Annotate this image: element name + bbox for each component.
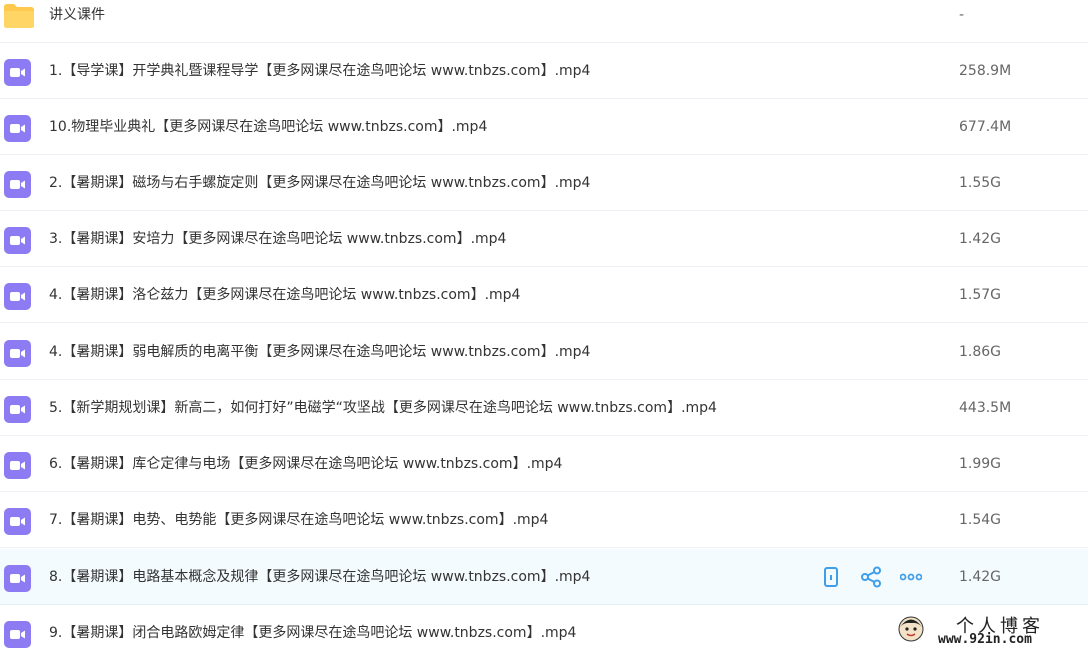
video-file-icon <box>4 621 31 648</box>
video-file-icon <box>4 171 31 198</box>
more-icon <box>900 573 922 581</box>
video-file-icon <box>4 508 31 535</box>
share-button[interactable] <box>858 564 884 590</box>
send-to-phone-button[interactable] <box>818 564 844 590</box>
file-name[interactable]: 4.【暑期课】洛仑兹力【更多网课尽在途鸟吧论坛 www.tnbzs.com】.m… <box>49 267 520 323</box>
file-row[interactable]: 3.【暑期课】安培力【更多网课尽在途鸟吧论坛 www.tnbzs.com】.mp… <box>0 211 1088 267</box>
file-name[interactable]: 1.【导学课】开学典礼暨课程导学【更多网课尽在途鸟吧论坛 www.tnbzs.c… <box>49 43 590 99</box>
file-row[interactable]: 1.【导学课】开学典礼暨课程导学【更多网课尽在途鸟吧论坛 www.tnbzs.c… <box>0 43 1088 99</box>
video-file-icon <box>4 340 31 367</box>
video-file-icon <box>4 396 31 423</box>
file-row[interactable]: 7.【暑期课】电势、电势能【更多网课尽在途鸟吧论坛 www.tnbzs.com】… <box>0 492 1088 548</box>
file-size: 1.86G <box>959 344 1002 360</box>
file-name[interactable]: 10.物理毕业典礼【更多网课尽在途鸟吧论坛 www.tnbzs.com】.mp4 <box>49 99 487 155</box>
file-name[interactable]: 7.【暑期课】电势、电势能【更多网课尽在途鸟吧论坛 www.tnbzs.com】… <box>49 492 548 548</box>
video-file-icon <box>4 452 31 479</box>
video-file-icon <box>4 283 31 310</box>
file-size: 258.9M <box>959 63 1012 79</box>
folder-icon <box>4 4 34 28</box>
file-name[interactable]: 4.【暑期课】弱电解质的电离平衡【更多网课尽在途鸟吧论坛 www.tnbzs.c… <box>49 324 590 380</box>
row-actions <box>818 549 938 605</box>
file-row[interactable]: 10.物理毕业典礼【更多网课尽在途鸟吧论坛 www.tnbzs.com】.mp4… <box>0 99 1088 155</box>
file-row[interactable]: 2.【暑期课】磁场与右手螺旋定则【更多网课尽在途鸟吧论坛 www.tnbzs.c… <box>0 155 1088 211</box>
watermark-url: www.92in.com <box>938 632 1032 647</box>
file-size: 443.5M <box>959 400 1012 416</box>
file-size: 1.99G <box>959 456 1002 472</box>
video-file-icon <box>4 115 31 142</box>
file-name[interactable]: 8.【暑期课】电路基本概念及规律【更多网课尽在途鸟吧论坛 www.tnbzs.c… <box>49 549 590 605</box>
file-name[interactable]: 讲义课件 <box>49 0 105 30</box>
file-name[interactable]: 6.【暑期课】库仑定律与电场【更多网课尽在途鸟吧论坛 www.tnbzs.com… <box>49 436 562 492</box>
file-row-folder[interactable]: 讲义课件 - <box>0 0 1088 43</box>
file-row[interactable]: 4.【暑期课】弱电解质的电离平衡【更多网课尽在途鸟吧论坛 www.tnbzs.c… <box>0 324 1088 380</box>
file-name[interactable]: 5.【新学期规划课】新高二，如何打好”电磁学“攻坚战【更多网课尽在途鸟吧论坛 w… <box>49 380 717 436</box>
video-file-icon <box>4 59 31 86</box>
file-row-hovered[interactable]: 8.【暑期课】电路基本概念及规律【更多网课尽在途鸟吧论坛 www.tnbzs.c… <box>0 549 1088 605</box>
share-icon <box>861 566 881 588</box>
avatar-icon <box>898 616 924 642</box>
file-size: 677.4M <box>959 119 1012 135</box>
file-size: 1.54G <box>959 512 1002 528</box>
more-button[interactable] <box>898 564 924 590</box>
video-file-icon <box>4 227 31 254</box>
blog-watermark: 个人博客 www.92in.com <box>896 612 1082 648</box>
file-name[interactable]: 2.【暑期课】磁场与右手螺旋定则【更多网课尽在途鸟吧论坛 www.tnbzs.c… <box>49 155 590 211</box>
file-name[interactable]: 9.【暑期课】闭合电路欧姆定律【更多网课尽在途鸟吧论坛 www.tnbzs.co… <box>49 605 576 653</box>
file-name[interactable]: 3.【暑期课】安培力【更多网课尽在途鸟吧论坛 www.tnbzs.com】.mp… <box>49 211 506 267</box>
file-row[interactable]: 4.【暑期课】洛仑兹力【更多网课尽在途鸟吧论坛 www.tnbzs.com】.m… <box>0 267 1088 323</box>
video-file-icon <box>4 565 31 592</box>
file-size: 1.42G <box>959 231 1002 247</box>
file-list: 讲义课件 - 1.【导学课】开学典礼暨课程导学【更多网课尽在途鸟吧论坛 www.… <box>0 0 1088 653</box>
phone-icon <box>824 567 838 587</box>
file-size: 1.57G <box>959 287 1002 303</box>
file-size: - <box>959 7 965 23</box>
file-row[interactable]: 6.【暑期课】库仑定律与电场【更多网课尽在途鸟吧论坛 www.tnbzs.com… <box>0 436 1088 492</box>
file-size: 1.42G <box>959 569 1002 585</box>
file-row[interactable]: 5.【新学期规划课】新高二，如何打好”电磁学“攻坚战【更多网课尽在途鸟吧论坛 w… <box>0 380 1088 436</box>
file-size: 1.55G <box>959 175 1002 191</box>
